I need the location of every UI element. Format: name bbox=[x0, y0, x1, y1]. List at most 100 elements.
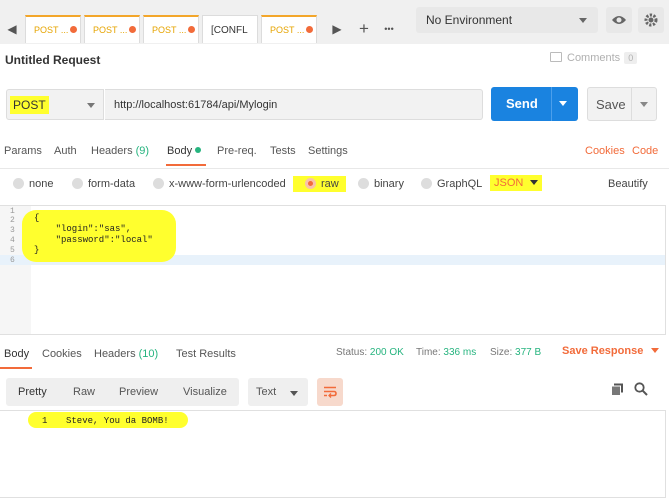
status-label: Status: bbox=[336, 347, 368, 358]
manage-environments-button[interactable] bbox=[638, 7, 664, 33]
unsaved-dot-icon bbox=[129, 26, 137, 33]
time-label: Time: bbox=[416, 347, 441, 358]
environment-quick-look-button[interactable] bbox=[606, 7, 632, 33]
save-divider bbox=[631, 88, 632, 120]
tab-post-3[interactable]: POST ... bbox=[143, 15, 199, 43]
code-link[interactable]: Code bbox=[632, 145, 658, 157]
radio-none[interactable]: none bbox=[13, 178, 53, 190]
tab-ellipsis: ... bbox=[60, 25, 69, 35]
response-tab-headers-label: Headers bbox=[94, 348, 136, 360]
tab-body-label: Body bbox=[167, 145, 193, 157]
copy-button[interactable] bbox=[611, 383, 624, 399]
unsaved-dot-icon bbox=[306, 26, 314, 33]
tab-prereq[interactable]: Pre-req. bbox=[217, 145, 257, 157]
view-raw-button[interactable]: Raw bbox=[73, 386, 95, 398]
tab-post-5[interactable]: POST ... bbox=[261, 15, 317, 43]
response-time: Time: 336 ms bbox=[416, 347, 476, 358]
tab-post-2[interactable]: POST ... bbox=[84, 15, 140, 43]
radio-form-data[interactable]: form-data bbox=[72, 178, 135, 190]
tab-scroll-right-icon[interactable]: ▶ bbox=[325, 15, 349, 43]
environment-select[interactable]: No Environment bbox=[416, 7, 598, 33]
wrap-lines-button[interactable] bbox=[317, 378, 343, 406]
radio-form-data-label: form-data bbox=[88, 178, 136, 190]
tab-post-1[interactable]: POST ... bbox=[25, 15, 81, 43]
tab-tests[interactable]: Tests bbox=[270, 145, 296, 157]
tab-headers[interactable]: Headers (9) bbox=[91, 145, 149, 157]
cookies-link[interactable]: Cookies bbox=[585, 145, 625, 157]
unsaved-dot-icon bbox=[188, 26, 196, 33]
beautify-link[interactable]: Beautify bbox=[608, 178, 648, 190]
gear-icon bbox=[644, 13, 658, 27]
send-options-chevron-icon[interactable] bbox=[559, 101, 567, 106]
view-preview-button[interactable]: Preview bbox=[119, 386, 158, 398]
save-response-label: Save Response bbox=[562, 345, 644, 357]
tab-settings[interactable]: Settings bbox=[308, 145, 348, 157]
chevron-down-icon bbox=[579, 18, 587, 23]
response-tab-cookies[interactable]: Cookies bbox=[42, 348, 82, 360]
active-tab-underline bbox=[166, 164, 206, 166]
tab-body[interactable]: Body bbox=[167, 145, 202, 157]
response-tab-headers[interactable]: Headers (10) bbox=[94, 348, 158, 360]
tab-label: POST bbox=[93, 25, 118, 35]
code-line: "password":"local" bbox=[34, 235, 153, 245]
url-input[interactable]: http://localhost:61784/api/Mylogin bbox=[105, 89, 483, 120]
code-line: "login":"sas", bbox=[34, 224, 132, 234]
new-tab-button[interactable]: + bbox=[352, 15, 376, 43]
tab-params[interactable]: Params bbox=[4, 145, 42, 157]
tab-label: [CONFL bbox=[211, 25, 248, 36]
search-button[interactable] bbox=[634, 382, 648, 399]
tab-ellipsis: ... bbox=[296, 25, 305, 35]
radio-binary-label: binary bbox=[374, 178, 404, 190]
radio-icon bbox=[358, 178, 369, 189]
chevron-down-icon bbox=[290, 391, 298, 396]
save-button[interactable]: Save bbox=[587, 87, 657, 121]
save-response-button[interactable]: Save Response bbox=[562, 345, 660, 357]
response-tab-test-results[interactable]: Test Results bbox=[176, 348, 236, 360]
radio-urlencoded-label: x-www-form-urlencoded bbox=[169, 178, 286, 190]
line-number: 6 bbox=[10, 256, 15, 265]
tab-label: POST bbox=[152, 25, 177, 35]
response-format-select[interactable]: Text bbox=[248, 378, 308, 406]
radio-raw[interactable]: raw bbox=[293, 176, 346, 192]
line-number: 5 bbox=[10, 246, 15, 255]
tab-ellipsis: ... bbox=[119, 25, 128, 35]
chevron-down-icon bbox=[87, 103, 95, 108]
line-number: 4 bbox=[10, 236, 15, 245]
tab-auth[interactable]: Auth bbox=[54, 145, 77, 157]
response-format-label: Text bbox=[256, 386, 277, 398]
radio-urlencoded[interactable]: x-www-form-urlencoded bbox=[153, 178, 286, 190]
comments-button[interactable]: Comments 0 bbox=[550, 52, 638, 64]
radio-graphql[interactable]: GraphQL bbox=[421, 178, 482, 190]
response-size: Size: 377 B bbox=[490, 347, 541, 358]
environment-label: No Environment bbox=[426, 13, 513, 27]
radio-icon bbox=[421, 178, 432, 189]
radio-none-label: none bbox=[29, 178, 54, 190]
send-button[interactable]: Send bbox=[491, 87, 578, 121]
body-format-label: JSON bbox=[494, 177, 524, 189]
copy-icon bbox=[611, 383, 623, 396]
unsaved-dot-icon bbox=[70, 26, 78, 33]
view-visualize-button[interactable]: Visualize bbox=[183, 386, 227, 398]
radio-icon bbox=[13, 178, 24, 189]
tab-conflict[interactable]: [CONFL bbox=[202, 15, 258, 43]
more-tabs-button[interactable]: ••• bbox=[377, 15, 401, 43]
radio-binary[interactable]: binary bbox=[358, 178, 404, 190]
response-tab-body[interactable]: Body bbox=[4, 348, 29, 360]
wrap-icon bbox=[324, 386, 337, 398]
line-number: 3 bbox=[10, 226, 15, 235]
save-label: Save bbox=[596, 97, 626, 112]
method-select[interactable]: POST bbox=[6, 89, 104, 120]
tab-scroll-left-icon[interactable]: ◀ bbox=[0, 15, 24, 43]
radio-raw-label: raw bbox=[321, 178, 339, 190]
size-value: 377 B bbox=[515, 347, 542, 358]
comment-icon bbox=[550, 52, 562, 62]
response-headers-count: (10) bbox=[138, 348, 159, 360]
tab-label: POST bbox=[34, 25, 59, 35]
view-pretty-button[interactable]: Pretty bbox=[18, 386, 47, 398]
body-indicator-dot-icon bbox=[195, 147, 202, 153]
body-format-select[interactable]: JSON bbox=[490, 175, 543, 191]
comments-label: Comments bbox=[567, 52, 621, 64]
radio-graphql-label: GraphQL bbox=[437, 178, 483, 190]
line-number: 1 bbox=[42, 416, 48, 426]
save-options-chevron-icon[interactable] bbox=[640, 102, 648, 107]
